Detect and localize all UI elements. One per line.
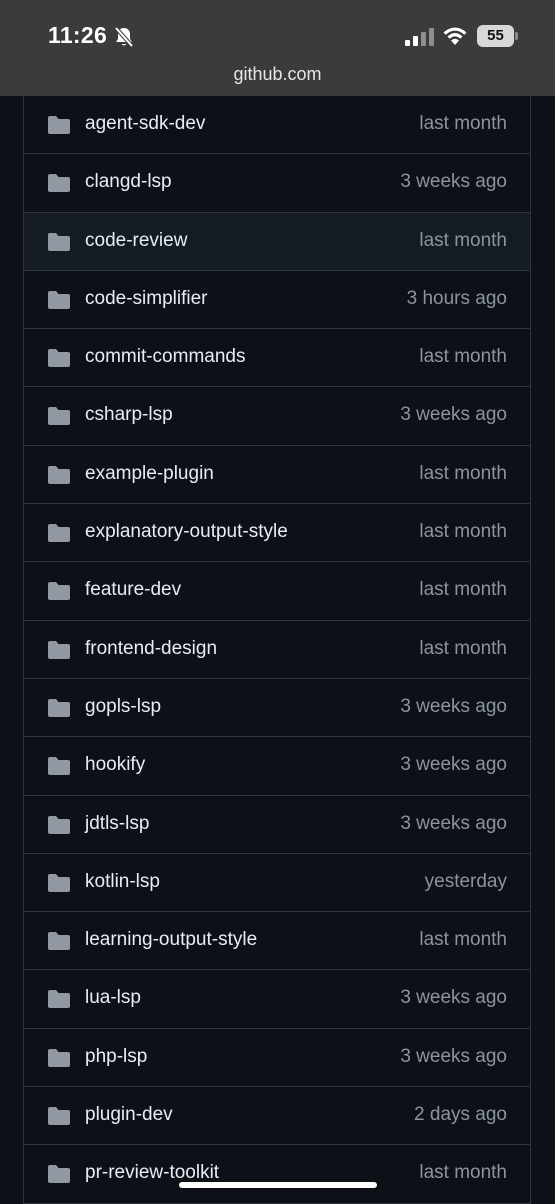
file-name-link[interactable]: csharp-lsp bbox=[85, 404, 173, 426]
file-row[interactable]: frontend-design last month bbox=[24, 620, 530, 679]
file-name-link[interactable]: commit-commands bbox=[85, 346, 245, 368]
file-list: agent-sdk-dev last month clangd-lsp 3 weeks… bbox=[23, 96, 531, 1204]
file-name-link[interactable]: plugin-dev bbox=[85, 1104, 173, 1126]
last-commit-time: 3 weeks ago bbox=[400, 754, 507, 776]
file-name-link[interactable]: feature-dev bbox=[85, 579, 181, 601]
folder-icon bbox=[47, 581, 71, 601]
file-row[interactable]: clangd-lsp 3 weeks ago bbox=[24, 154, 530, 213]
file-row[interactable]: gopls-lsp 3 weeks ago bbox=[24, 678, 530, 738]
file-name-link[interactable]: learning-output-style bbox=[85, 929, 257, 951]
file-row[interactable]: csharp-lsp 3 weeks ago bbox=[24, 387, 530, 446]
last-commit-time: last month bbox=[419, 1162, 507, 1184]
folder-icon bbox=[47, 290, 71, 310]
last-commit-time: last month bbox=[419, 113, 507, 134]
file-row[interactable]: plugin-dev 2 days ago bbox=[24, 1087, 530, 1146]
file-name-link[interactable]: frontend-design bbox=[85, 638, 217, 660]
last-commit-time: 3 weeks ago bbox=[400, 987, 507, 1009]
file-row[interactable]: code-simplifier 3 hours ago bbox=[24, 270, 530, 330]
file-row[interactable]: commit-commands last month bbox=[24, 329, 530, 388]
battery-icon: 55 bbox=[477, 25, 519, 47]
last-commit-time: last month bbox=[419, 346, 507, 368]
wifi-icon bbox=[443, 27, 467, 45]
file-name-link[interactable]: code-simplifier bbox=[85, 288, 207, 310]
bell-off-icon bbox=[114, 26, 134, 48]
file-row[interactable]: pr-review-toolkit last month bbox=[24, 1145, 530, 1204]
last-commit-time: 3 hours ago bbox=[406, 287, 507, 309]
file-name-link[interactable]: hookify bbox=[85, 754, 145, 776]
folder-icon bbox=[47, 931, 71, 951]
file-row[interactable]: kotlin-lsp yesterday bbox=[24, 853, 530, 913]
file-row[interactable]: agent-sdk-dev last month bbox=[24, 96, 530, 155]
status-bar: 11:26 55 github.com bbox=[0, 0, 555, 96]
folder-icon bbox=[47, 640, 71, 660]
file-name-link[interactable]: php-lsp bbox=[85, 1046, 147, 1068]
last-commit-time: last month bbox=[419, 229, 507, 251]
battery-cap bbox=[515, 32, 518, 40]
folder-icon bbox=[47, 173, 71, 193]
home-indicator[interactable] bbox=[179, 1182, 377, 1188]
last-commit-time: 3 weeks ago bbox=[400, 171, 507, 193]
file-row[interactable]: explanatory-output-style last month bbox=[24, 504, 530, 563]
folder-icon bbox=[47, 1048, 71, 1068]
file-row[interactable]: lua-lsp 3 weeks ago bbox=[24, 970, 530, 1029]
file-name-link[interactable]: jdtls-lsp bbox=[85, 813, 149, 835]
folder-icon bbox=[47, 756, 71, 776]
file-row[interactable]: php-lsp 3 weeks ago bbox=[24, 1028, 530, 1088]
folder-icon bbox=[47, 115, 71, 135]
last-commit-time: 3 weeks ago bbox=[400, 1045, 507, 1067]
last-commit-time: 3 weeks ago bbox=[400, 404, 507, 426]
folder-icon bbox=[47, 815, 71, 835]
last-commit-time: last month bbox=[419, 462, 507, 484]
folder-icon bbox=[47, 523, 71, 543]
last-commit-time: last month bbox=[419, 929, 507, 951]
last-commit-time: 3 weeks ago bbox=[400, 812, 507, 834]
file-row[interactable]: code-review last month bbox=[24, 212, 530, 271]
last-commit-time: last month bbox=[419, 637, 507, 659]
file-row[interactable]: hookify 3 weeks ago bbox=[24, 737, 530, 796]
folder-icon bbox=[47, 232, 71, 252]
file-name-link[interactable]: agent-sdk-dev bbox=[85, 113, 205, 135]
status-time: 11:26 bbox=[48, 22, 108, 48]
folder-icon bbox=[47, 989, 71, 1009]
file-name-link[interactable]: clangd-lsp bbox=[85, 171, 172, 193]
file-row[interactable]: jdtls-lsp 3 weeks ago bbox=[24, 795, 530, 854]
folder-icon bbox=[47, 1106, 71, 1126]
battery-level: 55 bbox=[477, 25, 514, 47]
folder-icon bbox=[47, 1164, 71, 1184]
last-commit-time: last month bbox=[419, 579, 507, 601]
file-name-link[interactable]: lua-lsp bbox=[85, 987, 141, 1009]
file-row[interactable]: learning-output-style last month bbox=[24, 912, 530, 971]
file-row[interactable]: example-plugin last month bbox=[24, 445, 530, 505]
cellular-signal-icon bbox=[405, 28, 434, 46]
folder-icon bbox=[47, 406, 71, 426]
address-bar[interactable]: github.com bbox=[0, 64, 555, 85]
folder-icon bbox=[47, 698, 71, 718]
file-name-link[interactable]: code-review bbox=[85, 230, 187, 252]
file-name-link[interactable]: explanatory-output-style bbox=[85, 521, 288, 543]
folder-icon bbox=[47, 348, 71, 368]
file-row[interactable]: feature-dev last month bbox=[24, 562, 530, 621]
folder-icon bbox=[47, 873, 71, 893]
file-name-link[interactable]: gopls-lsp bbox=[85, 696, 161, 718]
last-commit-time: 2 days ago bbox=[414, 1104, 507, 1126]
folder-icon bbox=[47, 465, 71, 485]
file-name-link[interactable]: example-plugin bbox=[85, 463, 214, 485]
file-name-link[interactable]: kotlin-lsp bbox=[85, 871, 160, 893]
last-commit-time: last month bbox=[419, 521, 507, 543]
last-commit-time: 3 weeks ago bbox=[400, 695, 507, 717]
last-commit-time: yesterday bbox=[424, 870, 507, 892]
